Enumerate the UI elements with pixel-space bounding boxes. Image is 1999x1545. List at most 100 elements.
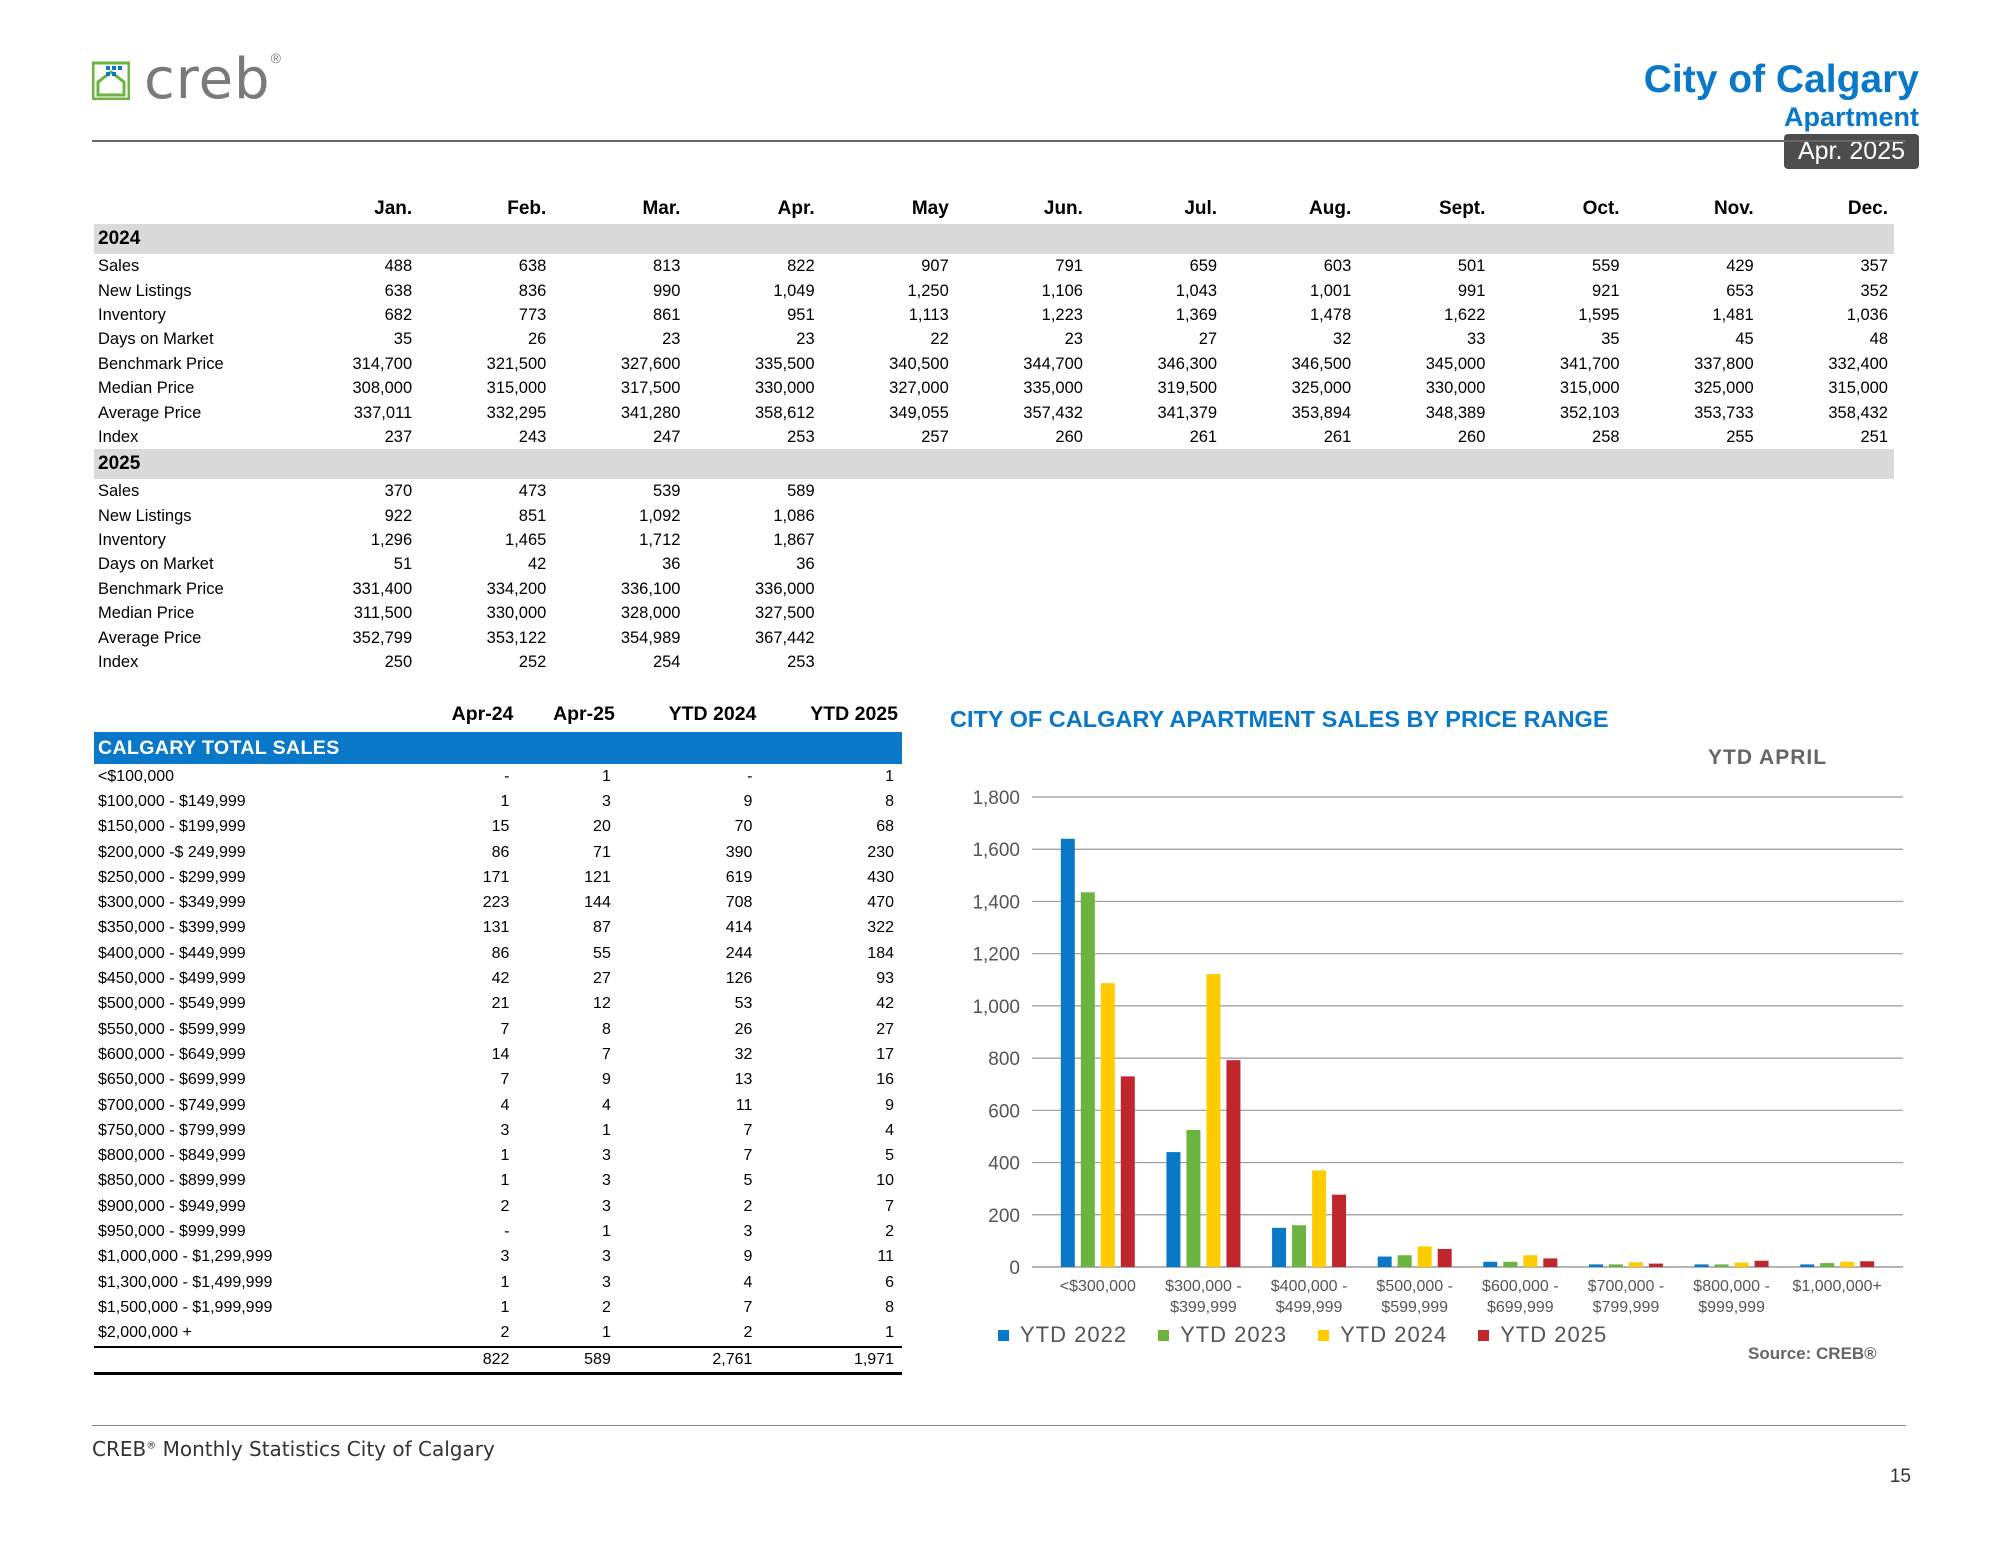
table-cell: 1,481 [1712,305,1754,324]
table-cell: 429 [1726,257,1754,276]
table-cell: 330,000 [486,604,547,623]
legend-item: YTD 2022 [998,1322,1127,1348]
month-header: Apr. [777,198,815,219]
table-cell: 255 [1726,427,1754,446]
price-range-label: $400,000 - $449,999 [98,944,246,962]
table-row: Benchmark Price 331,400 334,200 336,100 336,… [94,577,1894,601]
creb-logo: creb ® [92,50,281,108]
table-cell: 35 [393,330,413,349]
table-cell [1491,504,1625,528]
month-header-blank [94,196,284,224]
table-cell: 1,043 [1175,281,1218,300]
table-cell: 1,092 [639,506,681,525]
bar-1-6 [1714,1264,1729,1267]
y-tick-label: 1,000 [972,997,1020,1018]
chart-subtitle: YTD APRIL [1708,746,1828,769]
legend-item: YTD 2024 [1318,1322,1447,1348]
y-tick-label: 1,800 [972,788,1020,809]
table-cell: 334,200 [486,579,547,598]
table-row: Median Price 311,500 330,000 328,000 327,500 [94,601,1894,625]
y-tick-label: 800 [988,1049,1020,1070]
bar-0-5 [1588,1264,1603,1267]
price-range-label: $700,000 - $749,999 [98,1096,246,1114]
table-cell: 12 [593,995,611,1013]
price-range-label: $900,000 - $949,999 [98,1197,246,1215]
table-cell: 1,106 [1041,281,1083,300]
table-cell: 921 [1592,281,1620,300]
table-cell: 3 [743,1222,753,1240]
price-range-sales-table: Apr-24 Apr-25 YTD 2024 YTD 2025 CALGARY TOT… [94,700,902,1375]
table-cell: 2 [601,1298,611,1316]
table-cell: 332,295 [486,403,547,422]
bar-1-0 [1080,892,1095,1267]
table-cell [955,625,1089,649]
price-range-label: $550,000 - $599,999 [98,1020,246,1038]
price-range-label: $850,000 - $899,999 [98,1172,246,1190]
table-cell [1626,601,1760,625]
bar-3-5 [1648,1263,1663,1267]
price-table-header-row: Apr-24 Apr-25 YTD 2024 YTD 2025 [94,700,902,732]
table-cell [821,479,955,503]
price-column-header: Apr-24 [451,702,514,725]
bar-0-6 [1694,1264,1709,1267]
table-cell: 250 [384,653,413,672]
row-label: Index [98,653,139,672]
table-cell: 5 [885,1147,894,1165]
table-row: $150,000 - $199,999 15 20 70 68 [94,815,902,840]
table-cell: 346,500 [1291,354,1352,373]
table-row: Benchmark Price 314,700 321,500 327,600 335,… [94,352,1894,376]
table-cell: 251 [1860,427,1888,446]
table-cell: 341,280 [620,403,681,422]
table-cell: 223 [482,894,510,912]
bar-0-4 [1483,1261,1498,1267]
table-cell: 353,122 [486,628,547,647]
table-cell: 2 [500,1197,510,1215]
row-label: Inventory [98,531,166,550]
footer-registered-mark: ® [146,1440,157,1452]
legend-item: YTD 2025 [1478,1322,1607,1348]
table-cell: 126 [725,970,753,988]
table-cell: 344,700 [1023,354,1083,373]
x-tick-label: $599,999 [1381,1299,1448,1316]
y-tick-label: 1,200 [972,945,1020,966]
table-cell: 951 [787,305,815,324]
price-range-label: $200,000 -$ 249,999 [98,843,246,861]
table-cell: 17 [876,1045,894,1063]
table-cell: 22 [930,330,949,349]
table-cell: 27 [593,970,611,988]
table-cell: 1 [500,1147,510,1165]
table-cell: 4 [885,1121,894,1139]
table-cell [955,577,1089,601]
table-cell: 315,000 [1828,379,1888,398]
legend-label: YTD 2025 [1500,1322,1608,1347]
table-cell [821,625,955,649]
table-cell: 682 [384,305,413,324]
table-cell [1089,552,1223,576]
table-cell [821,552,955,576]
table-cell [1357,601,1491,625]
table-cell [1491,625,1625,649]
row-label: Average Price [98,403,202,422]
table-cell: 27 [876,1020,894,1038]
table-cell: 331,400 [352,579,413,598]
table-row: <$100,000 - 1 - 1 [94,764,902,789]
table-cell [1223,479,1357,503]
table-cell: 991 [1457,281,1486,300]
total-cell: 2,761 [618,1345,761,1375]
table-cell: 36 [796,555,815,574]
table-cell: 15 [491,818,510,836]
y-tick-label: 1,600 [972,840,1020,861]
table-cell: 322 [867,919,894,937]
table-cell [1760,650,1894,674]
table-cell [1089,625,1223,649]
legend-label: YTD 2023 [1180,1322,1288,1347]
table-cell: 1,595 [1578,305,1620,324]
table-cell: 42 [876,995,894,1013]
table-cell: 337,011 [353,403,413,422]
month-header: Nov. [1713,198,1754,219]
table-cell: 55 [593,944,611,962]
table-cell: 36 [662,555,681,574]
table-cell [955,601,1089,625]
footer-title: Monthly Statistics City of Calgary [156,1437,495,1461]
bar-2-3 [1417,1246,1432,1267]
